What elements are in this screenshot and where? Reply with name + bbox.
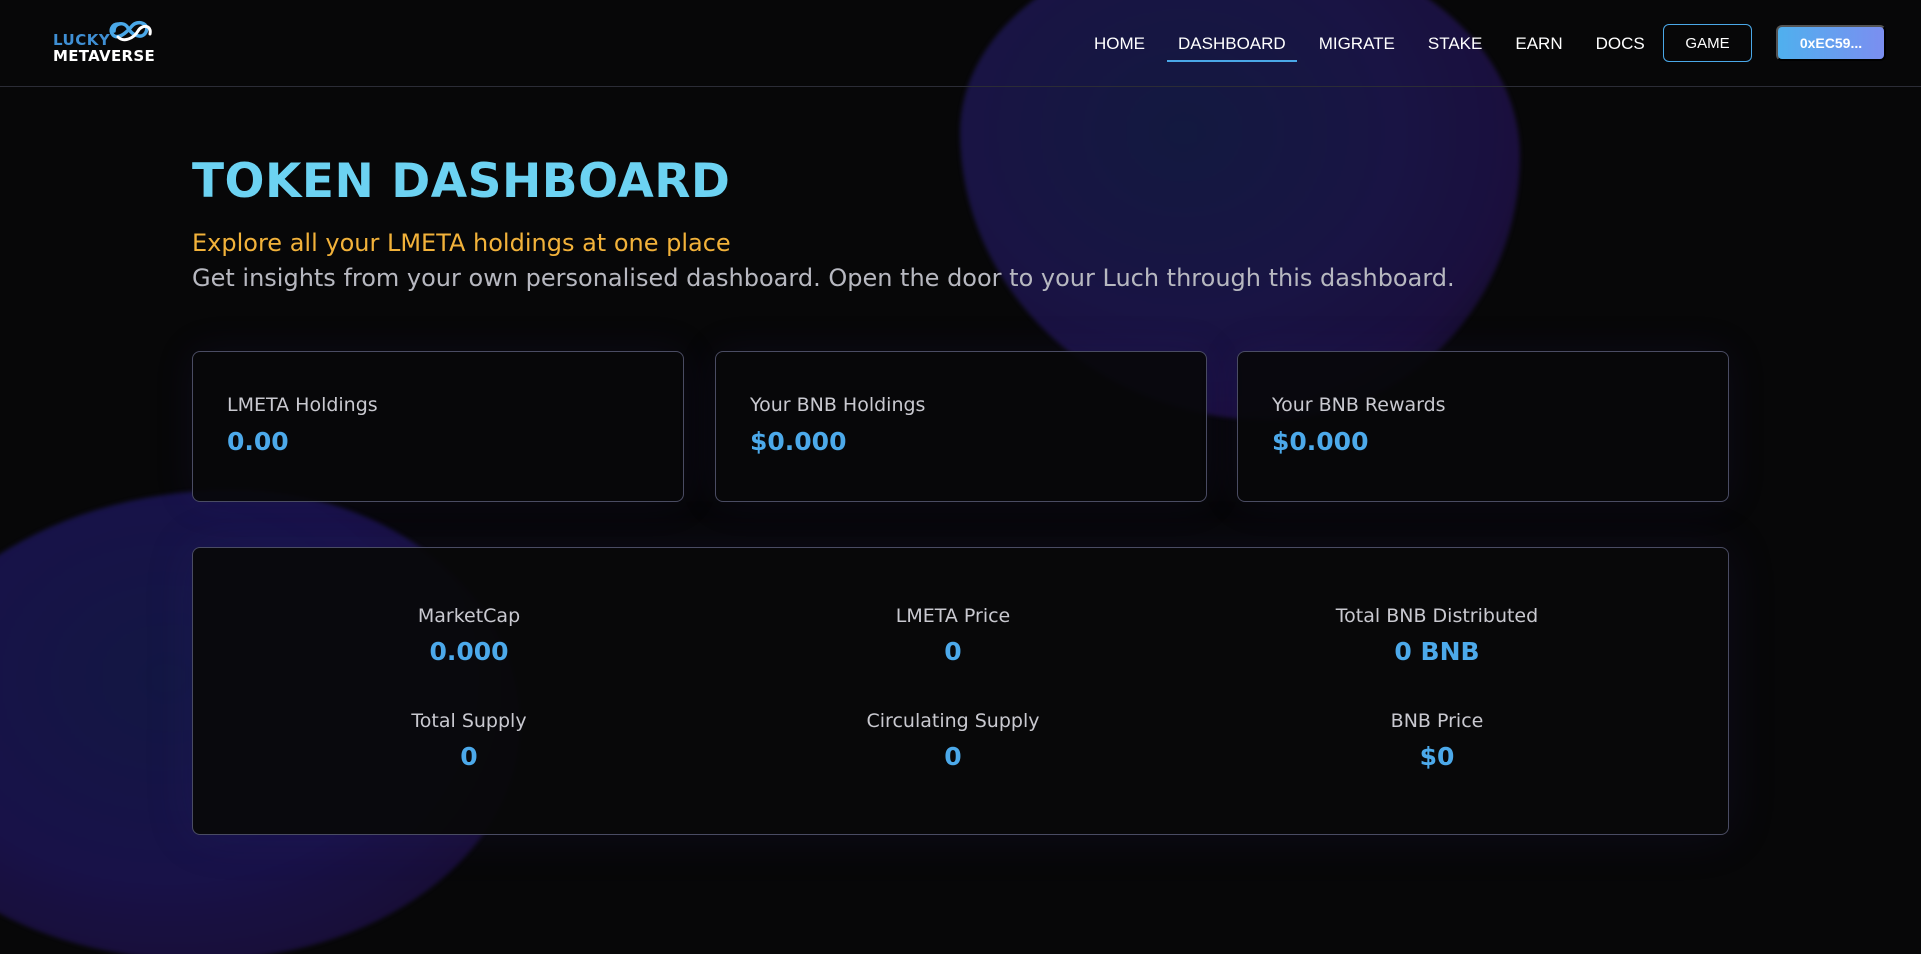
card-lmeta-holdings: LMETA Holdings 0.00 — [192, 351, 684, 502]
card-bnb-holdings: Your BNB Holdings $0.000 — [715, 351, 1207, 502]
card-label: LMETA Holdings — [227, 394, 378, 416]
page: LUCKY METAVERSE HOME DASHBOARD MIGRATE S… — [0, 0, 1921, 954]
stat-value: 0.000 — [429, 637, 509, 666]
nav-stake[interactable]: STAKE — [1428, 0, 1482, 87]
stat-total-supply: Total Supply 0 — [269, 710, 669, 771]
stat-label: MarketCap — [417, 605, 521, 627]
stat-label: LMETA Price — [895, 605, 1011, 627]
nav-home[interactable]: HOME — [1094, 0, 1145, 87]
card-value: 0.00 — [227, 427, 289, 456]
stat-lmeta-price: LMETA Price 0 — [753, 605, 1153, 666]
main-nav: HOME DASHBOARD MIGRATE STAKE EARN DOCS — [1094, 0, 1678, 87]
nav-dashboard[interactable]: DASHBOARD — [1167, 0, 1297, 87]
stat-value: 0 BNB — [1394, 637, 1480, 666]
nav-earn[interactable]: EARN — [1515, 0, 1562, 87]
stat-value: $0 — [1419, 742, 1455, 771]
game-button[interactable]: GAME — [1663, 24, 1752, 62]
wallet-button[interactable]: 0xEC59... — [1776, 25, 1886, 61]
stat-label: Circulating Supply — [866, 710, 1040, 732]
stat-label: BNB Price — [1390, 710, 1484, 732]
nav-migrate[interactable]: MIGRATE — [1319, 0, 1395, 87]
page-subtitle: Explore all your LMETA holdings at one p… — [192, 229, 731, 257]
page-description: Get insights from your own personalised … — [192, 264, 1455, 292]
card-value: $0.000 — [1272, 427, 1369, 456]
card-value: $0.000 — [750, 427, 847, 456]
header: LUCKY METAVERSE HOME DASHBOARD MIGRATE S… — [0, 0, 1921, 87]
stat-label: Total BNB Distributed — [1335, 605, 1539, 627]
page-title: TOKEN DASHBOARD — [192, 154, 731, 209]
stat-marketcap: MarketCap 0.000 — [269, 605, 669, 666]
stat-circulating-supply: Circulating Supply 0 — [753, 710, 1153, 771]
stat-total-bnb-distributed: Total BNB Distributed 0 BNB — [1237, 605, 1637, 666]
logo-text-metaverse: METAVERSE — [53, 47, 155, 65]
stat-value: 0 — [460, 742, 478, 771]
stat-bnb-price: BNB Price $0 — [1237, 710, 1637, 771]
stat-value: 0 — [944, 637, 962, 666]
stats-panel: MarketCap 0.000 LMETA Price 0 Total BNB … — [192, 547, 1729, 835]
card-label: Your BNB Holdings — [750, 394, 926, 416]
logo[interactable]: LUCKY METAVERSE — [50, 14, 160, 66]
stat-label: Total Supply — [411, 710, 527, 732]
nav-docs[interactable]: DOCS — [1596, 0, 1645, 87]
card-bnb-rewards: Your BNB Rewards $0.000 — [1237, 351, 1729, 502]
card-label: Your BNB Rewards — [1272, 394, 1446, 416]
stat-value: 0 — [944, 742, 962, 771]
